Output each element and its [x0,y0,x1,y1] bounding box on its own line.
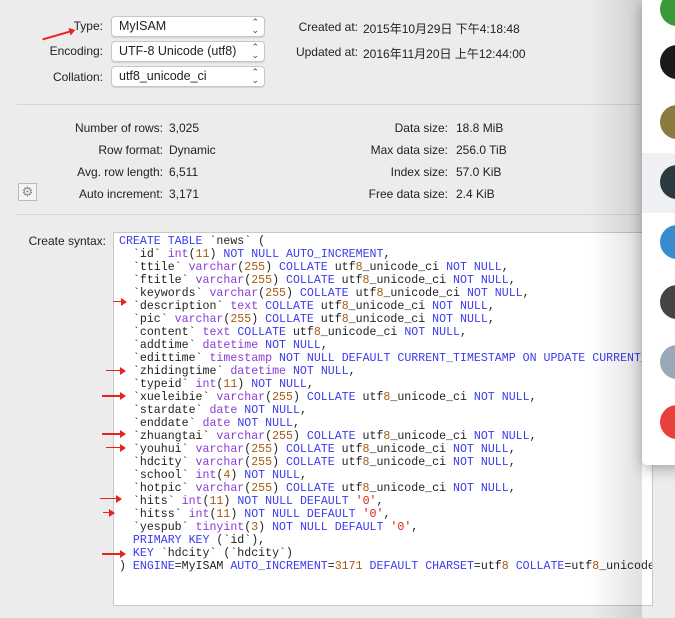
syntax-line: `hits` int(11) NOT NULL DEFAULT '0', [119,495,384,508]
syntax-line: `xueleibie` varchar(255) COLLATE utf8_un… [119,391,537,404]
syntax-line: `keywords` varchar(255) COLLATE utf8_uni… [119,287,530,300]
stat-value: 3,025 [169,121,200,135]
encoding-label: Encoding: [49,44,103,58]
syntax-line: `hdcity` varchar(255) COLLATE utf8_unico… [119,456,516,469]
syntax-line: `edittime` timestamp NOT NULL DEFAULT CU… [119,352,652,365]
syntax-line: `pic` varchar(255) COLLATE utf8_unicode_… [119,313,495,326]
encoding-value: UTF-8 Unicode (utf8) [119,44,237,58]
avatar [660,45,675,79]
side-panel [642,0,675,465]
avatar [660,165,675,199]
avatar [660,0,675,26]
collation-select[interactable]: utf8_unicode_ci ⌃ ⌄ [111,66,265,87]
stat-label: Index size: [390,165,448,179]
annotation-arrow [102,550,126,558]
stat-value: 18.8 MiB [456,121,504,135]
stat-value: 57.0 KiB [456,165,502,179]
stat-value: 6,511 [169,165,199,179]
divider [17,214,640,215]
created-value: 2015年10月29日 下午4:18:48 [363,22,520,36]
stat-label: Avg. row length: [77,165,163,179]
stat-label: Number of rows: [74,121,163,135]
create-syntax-text[interactable]: CREATE TABLE `news` ( `id` int(11) NOT N… [113,232,653,606]
syntax-line: `enddate` date NOT NULL, [119,417,300,430]
conversation-item[interactable] [642,33,675,93]
conversation-item[interactable] [642,273,675,333]
updated-label: Updated at: [295,45,358,59]
stat-label: Data size: [394,121,448,135]
conversation-item[interactable] [642,93,675,153]
stat-value: 2.4 KiB [456,187,495,201]
conversation-item[interactable] [642,333,675,393]
syntax-line: ) ENGINE=MyISAM AUTO_INCREMENT=3171 DEFA… [119,560,652,573]
stat-label: Free data size: [368,187,448,201]
conversation-item[interactable] [642,213,675,273]
stat-value: 3,171 [169,187,200,201]
created-label: Created at: [298,20,358,34]
panel-shadow [590,0,642,618]
gear-icon[interactable]: ⚙ [18,183,37,201]
encoding-select[interactable]: UTF-8 Unicode (utf8) ⌃ ⌄ [111,41,265,62]
create-syntax-label: Create syntax: [28,234,106,248]
stat-label: Row format: [98,143,163,157]
syntax-line: `id` int(11) NOT NULL AUTO_INCREMENT, [119,248,391,261]
divider [17,104,640,105]
syntax-line: `hitss` int(11) NOT NULL DEFAULT '0', [119,508,391,521]
type-select[interactable]: MyISAM ⌃ ⌄ [111,16,265,37]
conversation-item[interactable] [642,153,675,213]
syntax-line: CREATE TABLE `news` ( [119,235,266,248]
avatar [660,285,675,319]
conversation-item[interactable] [642,393,675,453]
syntax-line: `zhuangtai` varchar(255) COLLATE utf8_un… [119,430,537,443]
collation-value: utf8_unicode_ci [119,69,207,83]
annotation-arrow [102,392,126,400]
stat-label: Auto increment: [78,187,163,201]
annotation-arrow [106,444,126,452]
syntax-line: `stardate` date NOT NULL, [119,404,307,417]
updated-value: 2016年11月20日 上午12:44:00 [363,47,526,61]
syntax-line: `description` text COLLATE utf8_unicode_… [119,300,495,313]
up-down-chevron-icon: ⌃ ⌄ [251,42,259,60]
annotation-arrow [106,367,126,375]
annotation-arrow [103,509,115,517]
stat-value: Dynamic [169,143,216,157]
stat-value: 256.0 TiB [456,143,507,157]
syntax-line: PRIMARY KEY (`id`), [132,534,266,547]
type-value: MyISAM [119,19,167,33]
syntax-line: `addtime` datetime NOT NULL, [119,339,328,352]
up-down-chevron-icon: ⌃ ⌄ [251,67,259,85]
annotation-arrow [100,495,122,503]
avatar [660,105,675,139]
annotation-arrow [102,430,126,438]
syntax-line: KEY `hdcity` (`hdcity`) [132,547,293,560]
collation-label: Collation: [52,70,103,84]
annotation-arrow [113,298,127,306]
syntax-line: `school` int(4) NOT NULL, [119,469,307,482]
up-down-chevron-icon: ⌃ ⌄ [251,17,259,35]
syntax-line: `ttile` varchar(255) COLLATE utf8_unicod… [119,261,509,274]
syntax-line: `hotpic` varchar(255) COLLATE utf8_unico… [119,482,516,495]
syntax-line: `youhui` varchar(255) COLLATE utf8_unico… [119,443,516,456]
avatar [660,225,675,259]
avatar [660,405,675,439]
syntax-line: `typeid` int(11) NOT NULL, [119,378,314,391]
syntax-line: `ftitle` varchar(255) COLLATE utf8_unico… [119,274,516,287]
avatar [660,345,675,379]
syntax-line: `zhidingtime` datetime NOT NULL, [119,365,356,378]
syntax-line: `content` text COLLATE utf8_unicode_ci N… [119,326,467,339]
syntax-line: `yespub` tinyint(3) NOT NULL DEFAULT '0'… [119,521,419,534]
stat-label: Max data size: [370,143,448,157]
